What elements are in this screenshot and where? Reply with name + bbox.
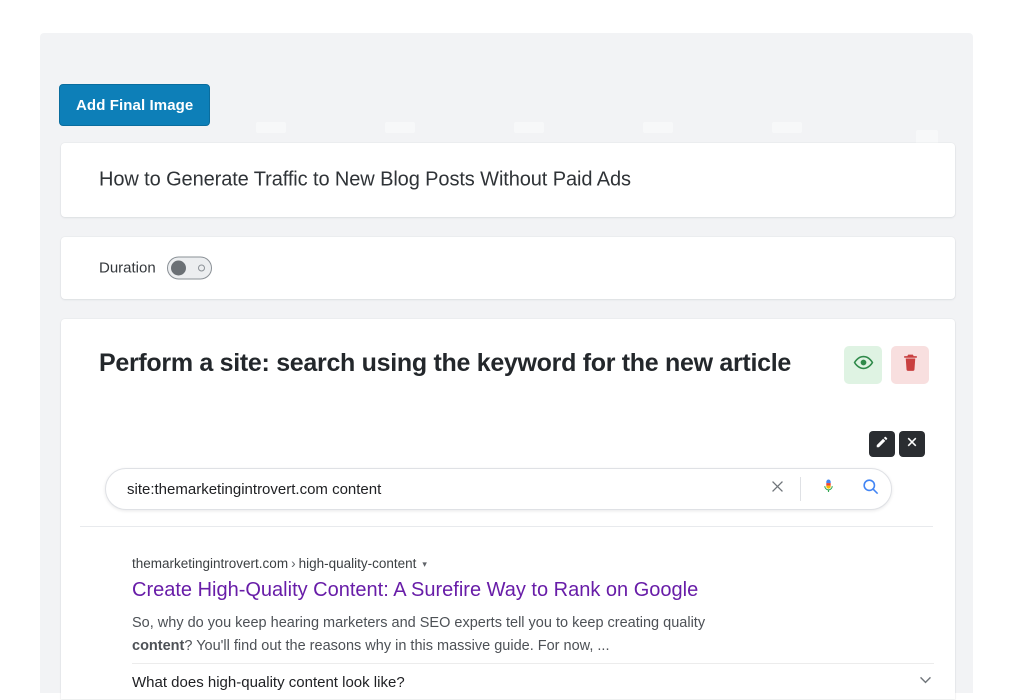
search-input[interactable]: site:themarketingintrovert.com content bbox=[127, 481, 760, 498]
result-title-link[interactable]: Create High-Quality Content: A Surefire … bbox=[132, 577, 792, 604]
snippet-text-after: ? You'll find out the reasons why in thi… bbox=[184, 638, 609, 654]
result-snippet: So, why do you keep hearing marketers an… bbox=[132, 612, 757, 658]
clear-search-button[interactable] bbox=[760, 478, 794, 500]
toolbar-placeholder-chip bbox=[385, 122, 415, 133]
step-actions bbox=[844, 346, 929, 384]
add-final-image-button[interactable]: Add Final Image bbox=[59, 84, 210, 126]
results-divider bbox=[80, 526, 933, 527]
edit-step-button[interactable] bbox=[869, 431, 895, 457]
eye-icon bbox=[853, 352, 874, 378]
close-icon bbox=[769, 478, 786, 500]
toolbar-placeholder-chip bbox=[772, 122, 802, 133]
breadcrumb-separator: › bbox=[291, 556, 296, 571]
snippet-text-before: So, why do you keep hearing marketers an… bbox=[132, 615, 705, 631]
app-panel: Add Final Image How to Generate Traffic … bbox=[40, 33, 973, 693]
toggle-ring bbox=[198, 265, 205, 272]
duration-label: Duration bbox=[99, 260, 156, 277]
step-heading: Perform a site: search using the keyword… bbox=[99, 347, 799, 380]
close-icon bbox=[905, 435, 919, 454]
duration-card: Duration bbox=[61, 237, 955, 299]
google-search-bar[interactable]: site:themarketingintrovert.com content bbox=[105, 468, 892, 510]
toggle-knob bbox=[171, 261, 186, 276]
toolbar-placeholder-chip bbox=[643, 122, 673, 133]
voice-search-button[interactable] bbox=[807, 476, 849, 502]
step-card: Perform a site: search using the keyword… bbox=[61, 319, 955, 699]
result-path: high-quality-content bbox=[299, 556, 417, 571]
duration-toggle[interactable] bbox=[167, 257, 212, 280]
toolbar-placeholder-chip bbox=[514, 122, 544, 133]
search-icon bbox=[861, 477, 880, 501]
snippet-highlight: content bbox=[132, 638, 184, 654]
result-domain: themarketingintrovert.com bbox=[132, 556, 288, 571]
search-result: themarketingintrovert.com›high-quality-c… bbox=[132, 554, 792, 659]
close-step-button[interactable] bbox=[899, 431, 925, 457]
submit-search-button[interactable] bbox=[849, 477, 891, 501]
toolbar-placeholder-chip bbox=[256, 122, 286, 133]
result-breadcrumb: themarketingintrovert.com›high-quality-c… bbox=[132, 554, 792, 574]
duration-control: Duration bbox=[99, 257, 212, 280]
page-title: How to Generate Traffic to New Blog Post… bbox=[99, 169, 631, 192]
people-also-ask-question: What does high-quality content look like… bbox=[132, 674, 405, 691]
search-divider bbox=[800, 477, 801, 501]
overlay-action-buttons bbox=[869, 431, 925, 457]
chevron-down-icon[interactable]: ▾ bbox=[422, 558, 427, 572]
post-title-card: How to Generate Traffic to New Blog Post… bbox=[61, 143, 955, 217]
people-also-ask-item[interactable]: What does high-quality content look like… bbox=[132, 664, 934, 700]
toolbar: Add Final Image bbox=[40, 33, 973, 133]
chevron-down-icon[interactable] bbox=[917, 671, 934, 693]
trash-icon bbox=[901, 353, 920, 377]
preview-button[interactable] bbox=[844, 346, 882, 384]
pencil-icon bbox=[875, 435, 889, 454]
delete-button[interactable] bbox=[891, 346, 929, 384]
microphone-icon bbox=[820, 476, 837, 502]
